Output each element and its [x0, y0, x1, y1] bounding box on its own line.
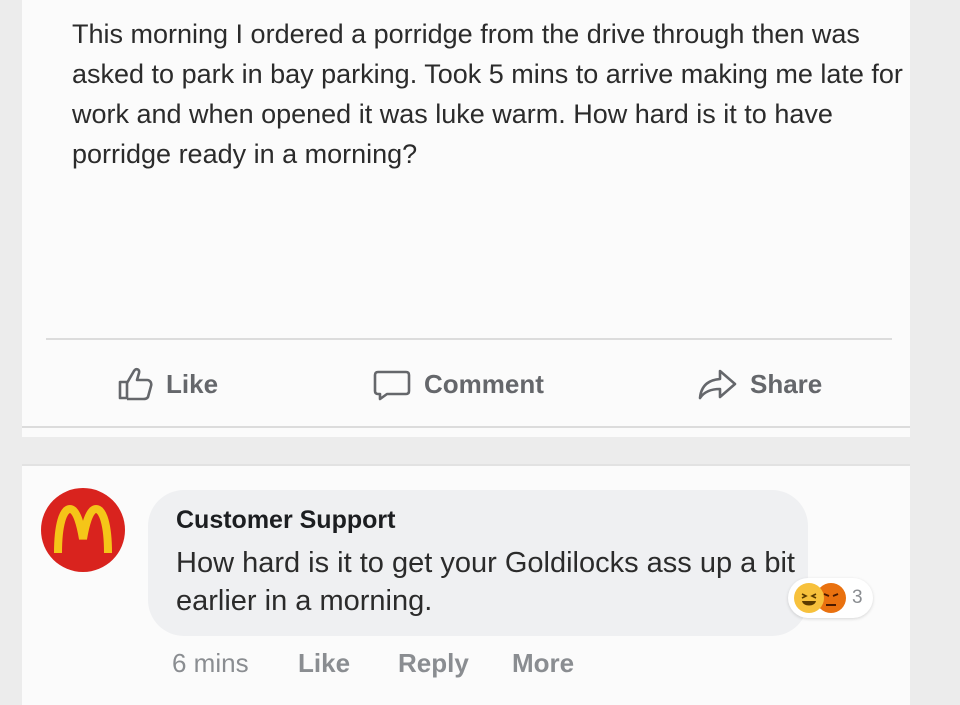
share-icon — [696, 366, 738, 402]
haha-reaction-icon — [794, 583, 824, 613]
reaction-count: 3 — [852, 587, 863, 608]
comment-timestamp: 6 mins — [172, 648, 249, 678]
like-label: Like — [166, 368, 219, 399]
mcdonalds-logo-icon — [54, 504, 112, 554]
avatar[interactable] — [41, 488, 125, 572]
divider — [22, 426, 910, 428]
comment-bubble: Customer Support How hard is it to get y… — [148, 490, 808, 636]
thumbs-up-icon — [114, 366, 154, 402]
post-action-bar: Like Comment Share — [46, 342, 892, 426]
divider — [46, 338, 892, 340]
comment-like-link[interactable]: Like — [298, 648, 350, 679]
post-text: This morning I ordered a porridge from t… — [72, 19, 903, 169]
comment-button[interactable]: Comment — [372, 366, 544, 402]
reaction-summary[interactable]: 3 — [788, 578, 873, 618]
comment-label: Comment — [424, 368, 544, 399]
divider — [22, 464, 910, 466]
like-button[interactable]: Like — [114, 366, 218, 402]
share-button[interactable]: Share — [696, 366, 822, 402]
share-label: Share — [750, 368, 823, 399]
comment-reply-link[interactable]: Reply — [398, 648, 469, 679]
comment-icon — [372, 366, 412, 402]
comment-author[interactable]: Customer Support — [176, 506, 395, 535]
comment-text: How hard is it to get your Goldilocks as… — [176, 547, 795, 617]
comment-more-link[interactable]: More — [512, 648, 574, 679]
